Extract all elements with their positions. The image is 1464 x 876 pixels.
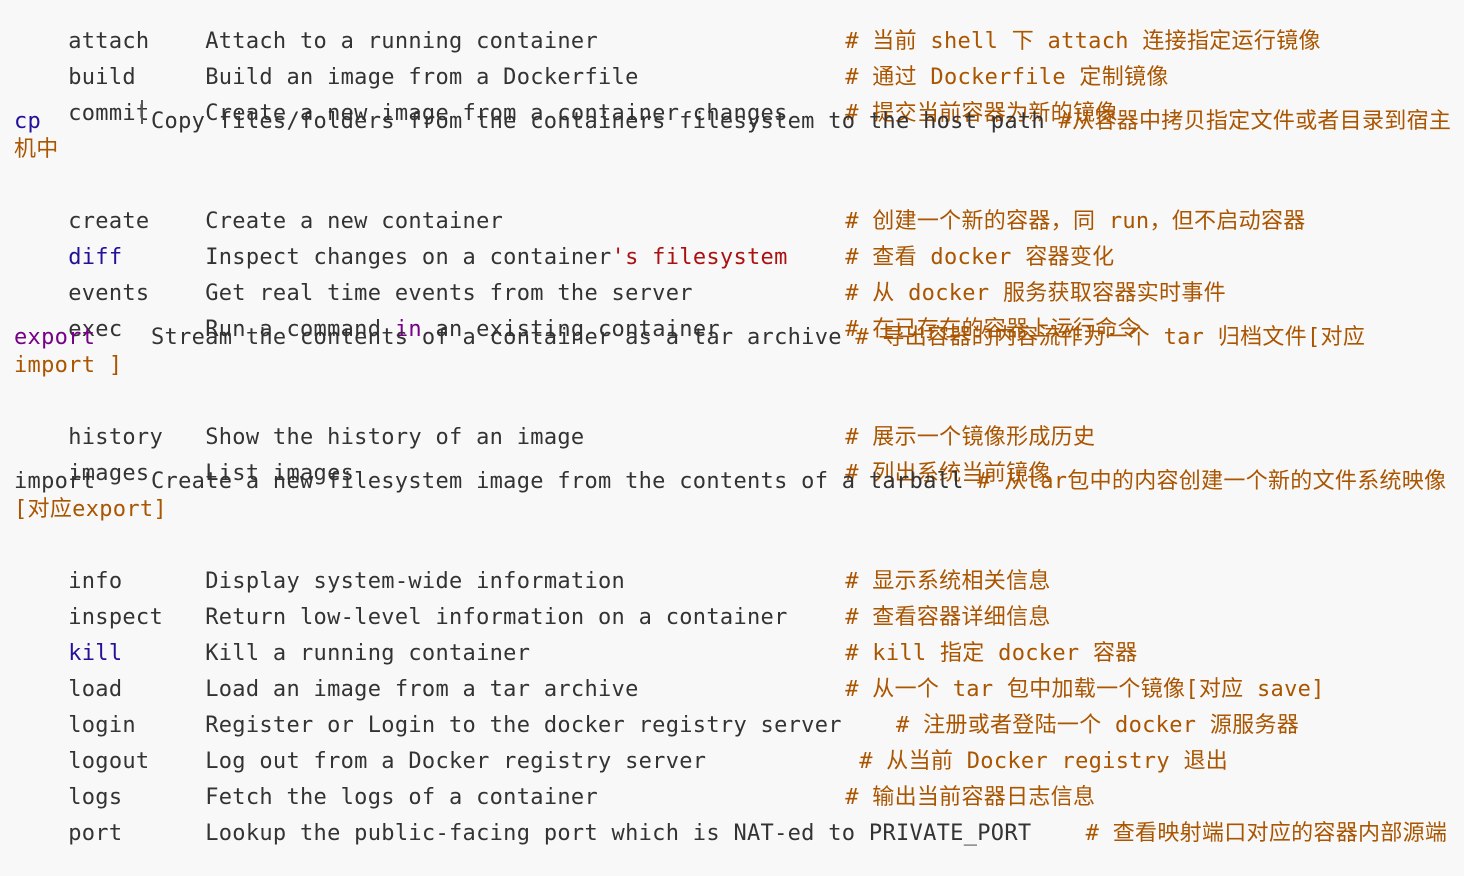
command-comment: # 显示系统相关信息 [845, 569, 1051, 594]
command-name: logs [68, 785, 123, 810]
command-comment: # 创建一个新的容器，同 run，但不启动容器 [845, 209, 1306, 234]
command-comment: # 从 docker 服务获取容器实时事件 [845, 281, 1226, 306]
code-line-history: history Show the history of an image # 展示一… [14, 396, 1454, 450]
command-name: build [68, 65, 136, 90]
command-description: Log out from a Docker registry server [205, 749, 707, 774]
command-description: Show the history of an image [205, 425, 585, 450]
command-description: Inspect changes on a container's filesys… [205, 244, 845, 272]
command-name: inspect [68, 605, 164, 630]
command-description: Create a new container [205, 209, 504, 234]
code-line-info: info Display system-wide information # 显示系… [14, 540, 1454, 594]
string-literal: 's filesystem [611, 245, 788, 270]
command-name: export [14, 325, 96, 350]
command-name: kill [68, 641, 123, 666]
command-description: Register or Login to the docker registry… [205, 713, 842, 738]
command-description: Stream the contents of a container as a … [151, 325, 842, 350]
command-name: import [14, 469, 96, 494]
command-description: Return low-level information on a contai… [205, 605, 788, 630]
code-block: attach Attach to a running container # 当前 … [14, 0, 1454, 846]
command-description: Load an image from a tar archive [205, 677, 639, 702]
command-name: create [68, 209, 150, 234]
command-description: Get real time events from the server [205, 281, 693, 306]
code-line-attach: attach Attach to a running container # 当前 … [14, 0, 1454, 54]
command-name: cp [14, 109, 42, 134]
code-line-create: create Create a new container # 创建一个新的容器，同… [14, 180, 1454, 234]
command-comment: # 注册或者登陆一个 docker 源服务器 [896, 713, 1300, 738]
code-line-import: import Create a new filesystem image from… [14, 468, 1454, 540]
command-comment: # 展示一个镜像形成历史 [845, 425, 1096, 450]
description-text: Inspect changes on a container [205, 245, 612, 270]
command-name: history [68, 425, 164, 450]
command-name: attach [68, 29, 150, 54]
command-description: Lookup the public-facing port which is N… [205, 821, 1032, 846]
command-comment: # 查看 docker 容器变化 [845, 245, 1115, 270]
command-comment: # 查看映射端口对应的容器内部源端 [1085, 821, 1448, 846]
command-comment: # kill 指定 docker 容器 [845, 641, 1138, 666]
command-name: port [68, 821, 123, 846]
command-comment: # 查看容器详细信息 [845, 605, 1051, 630]
command-description: Display system-wide information [205, 569, 626, 594]
command-name: load [68, 677, 123, 702]
code-line-export: export Stream the contents of a container… [14, 324, 1454, 396]
command-name: login [68, 713, 136, 738]
command-name: events [68, 281, 150, 306]
command-description: Fetch the logs of a container [205, 785, 598, 810]
command-comment: # 从一个 tar 包中加载一个镜像[对应 save] [845, 677, 1325, 702]
command-description: Kill a running container [205, 641, 531, 666]
command-description: Attach to a running container [205, 29, 598, 54]
command-comment: # 输出当前容器日志信息 [845, 785, 1096, 810]
command-description: Build an image from a Dockerfile [205, 65, 639, 90]
command-comment: # 通过 Dockerfile 定制镜像 [845, 65, 1169, 90]
command-name: diff [68, 245, 123, 270]
command-comment: # 从当前 Docker registry 退出 [859, 749, 1229, 774]
command-comment: # 当前 shell 下 attach 连接指定运行镜像 [845, 29, 1321, 54]
command-name: info [68, 569, 123, 594]
code-line-cp: cp Copy files/folders from the containers… [14, 108, 1454, 180]
command-description: Create a new filesystem image from the c… [151, 469, 964, 494]
command-name: logout [68, 749, 150, 774]
command-description: Copy files/folders from the containers f… [151, 109, 1045, 134]
